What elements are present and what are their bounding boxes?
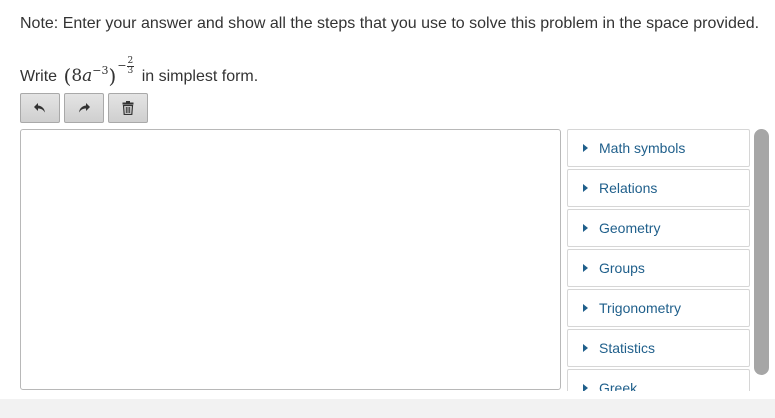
inner-exponent: −3 [92, 64, 109, 77]
outer-exponent-numerator: 2 [126, 55, 135, 67]
palette-item-groups[interactable]: Groups [567, 249, 750, 287]
palette-item-label: Relations [599, 180, 658, 196]
palette-item-math-symbols[interactable]: Math symbols [567, 129, 750, 167]
undo-button[interactable] [20, 93, 60, 123]
palette-item-geometry[interactable]: Geometry [567, 209, 750, 247]
palette-item-label: Math symbols [599, 140, 686, 156]
instruction-note: Note: Enter your answer and show all the… [20, 15, 760, 32]
close-paren: ) [108, 64, 117, 88]
undo-icon [34, 103, 45, 113]
palette-item-label: Statistics [599, 340, 656, 356]
caret-right-icon [583, 224, 588, 232]
trash-icon [122, 101, 134, 115]
palette-scrollbar[interactable] [754, 129, 769, 375]
outer-exponent-fraction: 23 [126, 55, 135, 76]
outer-exponent-sign: − [117, 59, 127, 72]
palette-item-statistics[interactable]: Statistics [567, 329, 750, 367]
caret-right-icon [583, 344, 588, 352]
palette-item-label: Greek [599, 380, 638, 391]
palette-item-label: Trigonometry [599, 300, 681, 316]
caret-right-icon [583, 184, 588, 192]
palette-item-relations[interactable]: Relations [567, 169, 750, 207]
palette-item-label: Geometry [599, 220, 661, 236]
question-text: Write (8a−3)− 2 3 in simplest form. [20, 54, 258, 89]
palette-item-label: Groups [599, 260, 645, 276]
math-expression: (8a−3)− 2 3 [64, 54, 135, 88]
caret-right-icon [583, 144, 588, 152]
question-prefix: Write [20, 68, 58, 85]
answer-input-area[interactable] [20, 129, 561, 390]
palette-item-greek[interactable]: Greek [567, 369, 750, 391]
page-footer-band [0, 399, 775, 418]
editor-toolbar [20, 93, 148, 123]
caret-right-icon [583, 264, 588, 272]
coefficient: 8 [71, 66, 83, 86]
symbol-palette: Math symbols Relations Geometry Groups T… [567, 129, 750, 391]
redo-icon [79, 103, 90, 113]
caret-right-icon [583, 384, 588, 391]
delete-button[interactable] [108, 93, 148, 123]
palette-item-trigonometry[interactable]: Trigonometry [567, 289, 750, 327]
variable: a [82, 66, 93, 86]
caret-right-icon [583, 304, 588, 312]
outer-exponent: −2 3 [117, 54, 135, 78]
redo-button[interactable] [64, 93, 104, 123]
outer-exponent-denominator: 3 [127, 65, 134, 76]
question-suffix: in simplest form. [141, 68, 259, 85]
